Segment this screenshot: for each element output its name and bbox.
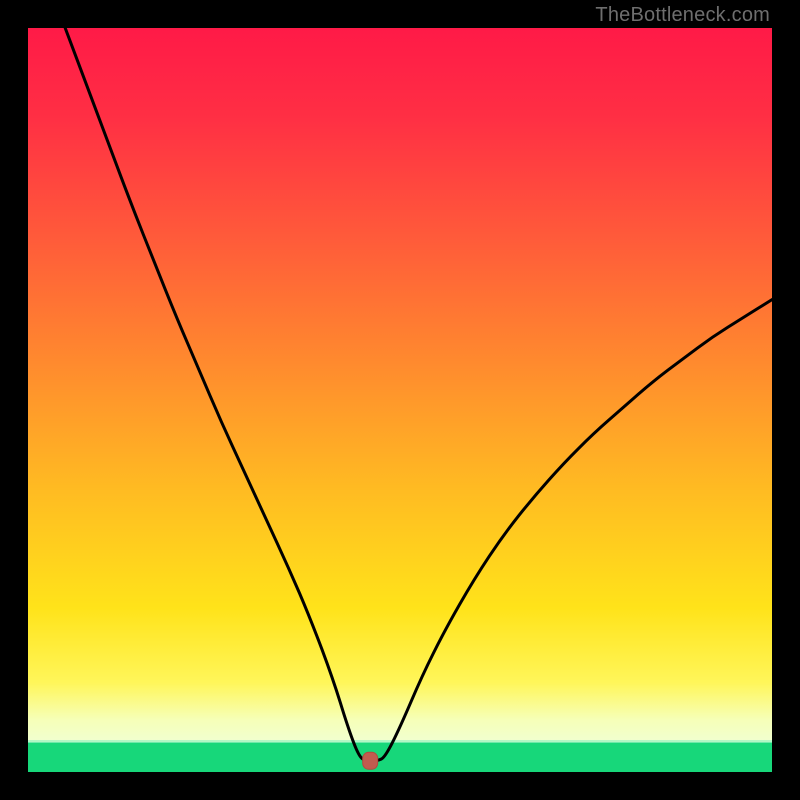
plot-area	[28, 28, 772, 772]
optimum-marker	[363, 752, 378, 769]
watermark-text: TheBottleneck.com	[595, 4, 770, 27]
gradient-bg	[28, 28, 772, 772]
green-band	[28, 742, 772, 772]
chart-frame: TheBottleneck.com	[0, 0, 800, 800]
chart-svg	[28, 28, 772, 772]
green-band-edge	[28, 740, 772, 743]
